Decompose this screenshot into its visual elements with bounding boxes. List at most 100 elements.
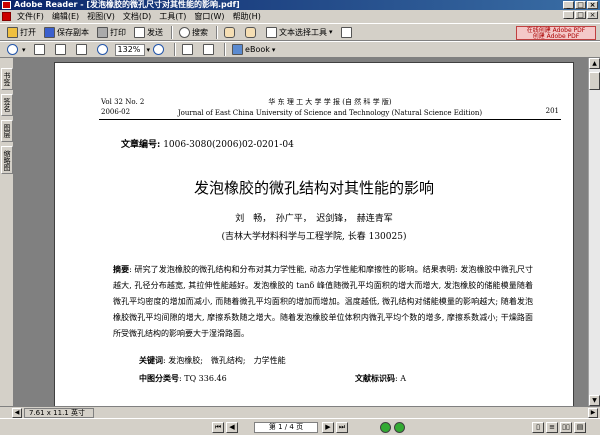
journal-name: 华 东 理 工 大 学 学 报 (自 然 科 学 版) Journal of E… [175, 97, 485, 119]
vertical-scrollbar[interactable]: ▲ ▼ [588, 58, 600, 406]
ebook-icon [232, 44, 244, 55]
toolbar-separator [174, 43, 177, 56]
fit-width-icon [75, 44, 87, 55]
text-select-tool-button[interactable]: 文本选择工具 ▾ [263, 25, 336, 39]
print-label: 打印 [110, 27, 126, 37]
menu-view[interactable]: 视图(V) [83, 11, 119, 22]
menu-document[interactable]: 文档(D) [119, 11, 155, 22]
tab-bookmarks[interactable]: 书签 [1, 68, 13, 90]
journal-name-english: Journal of East China University of Scie… [177, 109, 483, 117]
scroll-down-button[interactable]: ▼ [589, 395, 600, 406]
adobe-reader-icon [2, 1, 11, 9]
plus-circle-icon [153, 44, 165, 55]
chevron-down-icon[interactable]: ▾ [329, 28, 333, 36]
previous-view-icon[interactable] [380, 422, 391, 433]
abstract-label: 摘要 [113, 264, 130, 274]
minimize-button[interactable]: _ [563, 1, 574, 9]
save-copy-button[interactable]: 保存副本 [41, 25, 92, 39]
fit-page-button[interactable] [52, 43, 71, 57]
scroll-left-button[interactable]: ◀ [12, 408, 22, 418]
facing-button[interactable]: ▯▯ [560, 422, 572, 433]
maximize-button[interactable]: □ [575, 1, 586, 9]
rotate-ccw-button[interactable] [200, 43, 219, 57]
document-identifier: 文献标识码: A [355, 373, 406, 384]
document-viewport[interactable]: Vol 32 No. 2 2006-02 华 东 理 工 大 学 学 报 (自 … [14, 58, 588, 406]
print-button[interactable]: 打印 [94, 25, 129, 39]
rotate-ccw-icon [203, 44, 215, 55]
scroll-thumb[interactable] [589, 72, 600, 90]
folder-icon [7, 26, 18, 38]
camera-icon [340, 26, 352, 38]
document-icon[interactable] [2, 12, 11, 21]
actual-size-button[interactable] [31, 43, 50, 57]
fit-width-button[interactable] [73, 43, 92, 57]
menu-window[interactable]: 窗口(W) [190, 11, 228, 22]
tab-layers[interactable]: 图层 [1, 120, 13, 142]
classification-label: 中图分类号 [139, 373, 179, 383]
email-button[interactable]: 发送 [131, 25, 166, 39]
doc-restore-button[interactable]: □ [575, 11, 586, 19]
last-page-button[interactable]: ⏭ [336, 422, 348, 433]
article-title: 发泡橡胶的微孔结构对其性能的影响 [193, 179, 434, 197]
chevron-down-icon[interactable]: ▾ [22, 46, 26, 54]
pdf-page: Vol 32 No. 2 2006-02 华 东 理 工 大 学 学 报 (自 … [54, 62, 574, 406]
tab-signatures[interactable]: 签名 [1, 94, 13, 116]
main-toolbar: 打开 保存副本 打印 发送 搜索 文本选择工具 ▾ 在线创建 Adobe PDF … [0, 23, 600, 41]
chevron-down-icon[interactable]: ▾ [272, 46, 276, 54]
scroll-up-button[interactable]: ▲ [589, 58, 600, 69]
abstract-text: : 研究了发泡橡胶的微孔结构和分布对其力学性能, 动态力学性能和摩擦性的影响。结… [113, 265, 533, 338]
snapshot-tool-button[interactable] [338, 25, 357, 39]
doc-minimize-button[interactable]: _ [563, 11, 574, 19]
document-identifier-value: : A [395, 374, 407, 383]
classification-number: 中图分类号: TQ 336.46 [139, 373, 227, 384]
menu-file[interactable]: 文件(F) [13, 11, 48, 22]
zoom-out-button[interactable] [94, 43, 113, 57]
first-page-button[interactable]: ⏮ [212, 422, 224, 433]
zoom-out-icon [96, 44, 108, 55]
continuous-facing-button[interactable]: ▤ [574, 422, 586, 433]
hand-tool-button[interactable] [242, 25, 261, 39]
rotate-button[interactable] [179, 43, 198, 57]
tab-thumbnails[interactable]: 缩略图 [1, 146, 13, 174]
continuous-button[interactable]: ≡ [546, 422, 558, 433]
navigation-pane: 书签 签名 图层 缩略图 [0, 58, 14, 406]
search-button[interactable]: 搜索 [176, 25, 211, 39]
keywords-label: 关键词 [139, 355, 163, 365]
menu-help[interactable]: 帮助(H) [229, 11, 265, 22]
scroll-right-button[interactable]: ▶ [588, 408, 598, 418]
create-pdf-online-button[interactable]: 在线创建 Adobe PDF 创建 Adobe PDF [516, 26, 596, 40]
article-number-value: 1006-3080(2006)02-0201-04 [160, 140, 294, 150]
zoom-input[interactable]: 132% [114, 43, 145, 56]
ebook-label: eBook [245, 45, 270, 54]
text-select-label: 文本选择工具 [279, 27, 327, 37]
document-identifier-label: 文献标识码 [355, 373, 395, 383]
previous-page-button[interactable]: ◀ [226, 422, 238, 433]
volume-number: Vol 32 No. 2 [101, 98, 145, 106]
toolbar-separator [216, 25, 218, 39]
status-bar: ◀ 7.61 x 11.1 英寸 ▶ [0, 406, 600, 418]
next-page-button[interactable]: ▶ [322, 422, 334, 433]
save-icon [44, 26, 55, 38]
page-size: 7.61 x 11.1 英寸 [24, 408, 94, 418]
zoom-in-button[interactable]: ▾ [4, 43, 29, 57]
search-label: 搜索 [192, 27, 208, 37]
menu-tools[interactable]: 工具(T) [155, 11, 190, 22]
binoculars-icon [179, 26, 190, 38]
close-button[interactable]: × [587, 1, 598, 9]
save-copy-label: 保存副本 [57, 27, 89, 37]
next-view-icon[interactable] [394, 422, 405, 433]
keywords: 关键词: 发泡橡胶; 微孔结构; 力学性能 [139, 355, 286, 366]
ebook-button[interactable]: eBook ▾ [229, 43, 278, 57]
menu-edit[interactable]: 编辑(E) [48, 11, 83, 22]
single-page-button[interactable]: ▯ [532, 422, 544, 433]
page-navigation-bar: ⏮ ◀ 第 1 / 4 页 ▶ ⏭ ▯ ≡ ▯▯ ▤ [0, 418, 600, 435]
page-indicator[interactable]: 第 1 / 4 页 [254, 422, 318, 433]
doc-close-button[interactable]: × [587, 11, 598, 19]
toolbar-separator [171, 25, 173, 39]
zoom-in-icon [7, 44, 18, 55]
zoom-plus-button[interactable] [150, 43, 169, 57]
abstract: 摘要: 研究了发泡橡胶的微孔结构和分布对其力学性能, 动态力学性能和摩擦性的影响… [113, 261, 533, 342]
fit-page-icon [54, 44, 66, 55]
open-button[interactable]: 打开 [4, 25, 39, 39]
tools-button[interactable] [221, 25, 240, 39]
